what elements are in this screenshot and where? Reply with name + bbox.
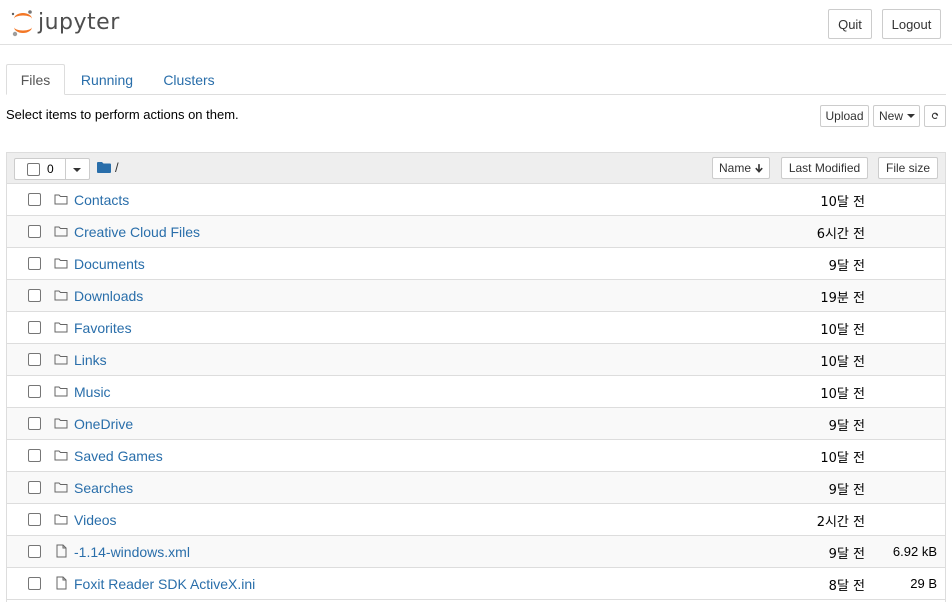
file-icon	[54, 544, 68, 558]
sort-last-modified-button[interactable]: Last Modified	[781, 157, 868, 179]
item-last-modified: 9달 전	[828, 419, 865, 434]
item-last-modified: 10달 전	[820, 323, 865, 338]
item-last-modified: 2시간 전	[816, 515, 865, 530]
row-checkbox[interactable]	[28, 385, 41, 398]
list-item[interactable]: Saved Games 10달 전	[7, 440, 945, 472]
folder-icon	[54, 320, 68, 334]
row-checkbox[interactable]	[28, 577, 41, 590]
item-last-modified: 9달 전	[828, 259, 865, 274]
breadcrumb-root[interactable]: /	[115, 160, 119, 175]
jupyter-logo[interactable]: jupyter	[10, 8, 120, 38]
list-item[interactable]: Favorites 10달 전	[7, 312, 945, 344]
app-header: jupyter Quit Logout	[0, 0, 952, 45]
item-last-modified: 8달 전	[828, 579, 865, 594]
list-item[interactable]: Links 10달 전	[7, 344, 945, 376]
file-list: 0 / Name Last Modified File size Contact…	[6, 152, 946, 602]
folder-icon	[54, 416, 68, 430]
item-name-link[interactable]: -1.14-windows.xml	[74, 544, 190, 560]
folder-icon	[54, 288, 68, 302]
item-name-link[interactable]: Searches	[74, 480, 133, 496]
row-checkbox[interactable]	[28, 321, 41, 334]
sort-name-label: Name	[719, 161, 752, 175]
item-name-link[interactable]: Creative Cloud Files	[74, 224, 200, 240]
jupyter-logo-icon	[11, 10, 32, 37]
item-last-modified: 10달 전	[820, 355, 865, 370]
folder-icon	[54, 224, 68, 238]
list-item[interactable]: Music 10달 전	[7, 376, 945, 408]
folder-icon	[54, 352, 68, 366]
refresh-icon	[931, 112, 939, 120]
list-item[interactable]: -1.14-windows.xml 9달 전 6.92 kB	[7, 536, 945, 568]
file-list-header: 0 / Name Last Modified File size	[7, 153, 945, 184]
refresh-button[interactable]	[924, 105, 946, 127]
upload-button[interactable]: Upload	[820, 105, 869, 127]
list-item[interactable]: Searches 9달 전	[7, 472, 945, 504]
item-name-link[interactable]: Videos	[74, 512, 117, 528]
item-name-link[interactable]: Downloads	[74, 288, 143, 304]
selection-hint: Select items to perform actions on them.	[6, 107, 239, 122]
row-checkbox[interactable]	[28, 449, 41, 462]
list-item[interactable]: Documents 9달 전	[7, 248, 945, 280]
tab-files[interactable]: Files	[6, 64, 65, 95]
folder-icon	[54, 480, 68, 494]
arrow-down-icon	[755, 163, 763, 173]
row-checkbox[interactable]	[28, 193, 41, 206]
item-name-link[interactable]: Documents	[74, 256, 145, 272]
caret-down-icon	[907, 114, 916, 118]
row-checkbox[interactable]	[28, 353, 41, 366]
new-label: New	[879, 109, 904, 123]
caret-down-icon[interactable]	[73, 168, 81, 172]
item-file-size: 6.92 kB	[892, 544, 937, 559]
row-checkbox[interactable]	[28, 545, 41, 558]
sort-name-button[interactable]: Name	[712, 157, 770, 179]
item-last-modified: 6시간 전	[816, 227, 865, 242]
list-item[interactable]: Creative Cloud Files 6시간 전	[7, 216, 945, 248]
row-checkbox[interactable]	[28, 257, 41, 270]
list-item[interactable]: Videos 2시간 전	[7, 504, 945, 536]
item-file-size: 29 B	[910, 576, 937, 591]
tab-running[interactable]: Running	[73, 64, 141, 95]
select-all-checkbox[interactable]	[27, 163, 40, 176]
row-checkbox[interactable]	[28, 481, 41, 494]
select-all-group: 0	[14, 158, 90, 180]
tab-clusters[interactable]: Clusters	[154, 64, 224, 95]
item-last-modified: 10달 전	[820, 387, 865, 402]
tab-bar: Files Running Clusters	[6, 64, 946, 95]
item-last-modified: 10달 전	[820, 451, 865, 466]
new-dropdown-button[interactable]: New	[873, 105, 920, 127]
item-name-link[interactable]: Saved Games	[74, 448, 163, 464]
list-item[interactable]: Contacts 10달 전	[7, 184, 945, 216]
selected-count: 0	[47, 162, 54, 176]
select-dropdown-divider	[65, 159, 66, 179]
item-last-modified: 19분 전	[820, 291, 865, 306]
list-item[interactable]: Foxit Reader SDK ActiveX.ini 8달 전 29 B	[7, 568, 945, 600]
row-checkbox[interactable]	[28, 225, 41, 238]
item-name-link[interactable]: Music	[74, 384, 111, 400]
list-item[interactable]: OneDrive 9달 전	[7, 408, 945, 440]
item-name-link[interactable]: Foxit Reader SDK ActiveX.ini	[74, 576, 255, 592]
folder-open-icon[interactable]	[97, 162, 111, 173]
list-item[interactable]: Downloads 19분 전	[7, 280, 945, 312]
item-name-link[interactable]: Links	[74, 352, 107, 368]
item-name-link[interactable]: OneDrive	[74, 416, 133, 432]
brand-name: jupyter	[38, 10, 120, 35]
folder-icon	[54, 192, 68, 206]
sort-file-size-button[interactable]: File size	[878, 157, 938, 179]
folder-icon	[54, 256, 68, 270]
folder-icon	[54, 512, 68, 526]
item-last-modified: 9달 전	[828, 547, 865, 562]
item-last-modified: 9달 전	[828, 483, 865, 498]
logout-button[interactable]: Logout	[882, 9, 941, 39]
folder-icon	[54, 384, 68, 398]
item-name-link[interactable]: Contacts	[74, 192, 129, 208]
quit-button[interactable]: Quit	[828, 9, 872, 39]
item-name-link[interactable]: Favorites	[74, 320, 132, 336]
row-checkbox[interactable]	[28, 417, 41, 430]
file-icon	[54, 576, 68, 590]
folder-icon	[54, 448, 68, 462]
row-checkbox[interactable]	[28, 289, 41, 302]
row-checkbox[interactable]	[28, 513, 41, 526]
item-last-modified: 10달 전	[820, 195, 865, 210]
